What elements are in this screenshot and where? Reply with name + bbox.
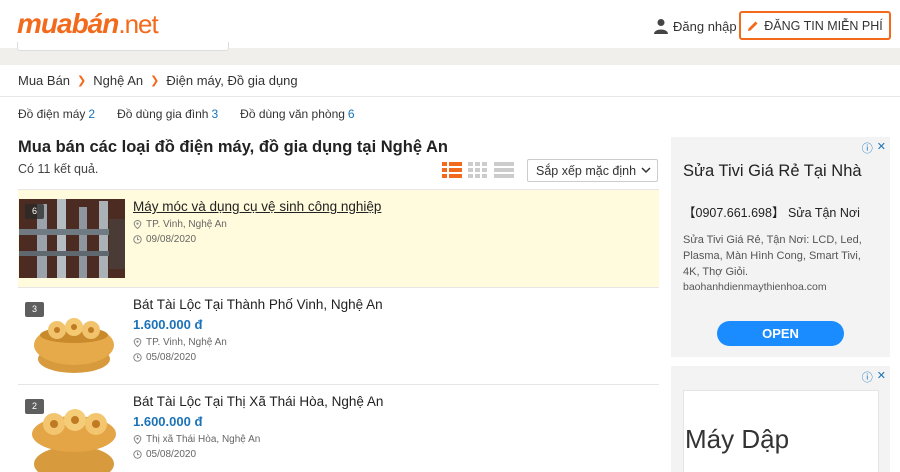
- listing-title[interactable]: Bát Tài Lộc Tại Thành Phố Vinh, Nghệ An: [133, 297, 383, 312]
- listing-title[interactable]: Máy móc và dụng cụ vệ sinh công nghiệp: [133, 199, 381, 214]
- photo-count-badge: 6: [25, 204, 44, 219]
- photo-count-badge: 2: [25, 399, 44, 414]
- view-mode-toggles: [441, 160, 519, 180]
- listing-title[interactable]: Bát Tài Lộc Tại Thị Xã Thái Hòa, Nghệ An: [133, 394, 383, 409]
- location-text: Thị xã Thái Hòa, Nghệ An: [146, 434, 261, 445]
- ad-title[interactable]: Sửa Tivi Giá Rẻ Tại Nhà: [683, 162, 862, 181]
- date-text: 05/08/2020: [146, 352, 197, 363]
- category-link-office[interactable]: Đồ dùng văn phòng 6: [240, 107, 354, 121]
- sort-selected-value: Sắp xếp mặc định: [536, 163, 637, 178]
- ad-controls: ⓘ ✕: [858, 369, 886, 385]
- ad-controls: ⓘ ✕: [858, 140, 886, 156]
- sidebar-ad[interactable]: ⓘ ✕ Sửa Tivi Giá Rẻ Tại Nhà 【0907.661.69…: [671, 137, 890, 357]
- listing-date: 05/08/2020: [133, 352, 383, 363]
- listing-date: 09/08/2020: [133, 234, 381, 245]
- location-pin-icon: [133, 435, 142, 444]
- ad-info-icon[interactable]: ⓘ: [862, 140, 873, 156]
- sort-select[interactable]: Sắp xếp mặc định: [527, 159, 658, 182]
- chevron-down-icon: [641, 167, 651, 174]
- listing-item[interactable]: 3 Bát Tài Lộc Tại Thành Phố Vinh, Nghệ A…: [18, 287, 659, 384]
- listing-item[interactable]: 2 Bát Tài Lộc Tại Thị Xã Thái Hòa, Nghệ …: [18, 384, 659, 472]
- listing-price: 1.600.000 đ: [133, 317, 203, 332]
- ad-close-icon[interactable]: ✕: [877, 140, 886, 156]
- ad-description: Sửa Tivi Giá Rẻ, Tận Nơi: LCD, Led, Plas…: [683, 234, 862, 278]
- listing-location: TP. Vinh, Nghệ An: [133, 337, 383, 348]
- post-free-ad-button[interactable]: ĐĂNG TIN MIỄN PHÍ: [739, 11, 891, 40]
- search-input[interactable]: [17, 42, 229, 51]
- listing-thumbnail[interactable]: 6: [19, 199, 125, 278]
- clock-icon: [133, 235, 142, 244]
- breadcrumb: Mua Bán ❯ Nghệ An ❯ Điện máy, Đồ gia dụn…: [18, 73, 298, 88]
- listing-info: Máy móc và dụng cụ vệ sinh công nghiệp T…: [133, 199, 381, 245]
- photo-count-badge: 3: [25, 302, 44, 317]
- location-text: TP. Vinh, Nghệ An: [146, 337, 227, 348]
- location-pin-icon: [133, 220, 142, 229]
- listing-item[interactable]: 6 Máy móc và dụng cụ vệ sinh công nghiệp…: [18, 189, 659, 287]
- clock-icon: [133, 353, 142, 362]
- listing-thumbnail[interactable]: 2: [19, 394, 125, 472]
- category-label: Đồ điện máy: [18, 107, 86, 121]
- category-label: Đồ dùng văn phòng: [240, 107, 345, 121]
- result-count: Có 11 kết quả.: [18, 162, 99, 176]
- login-link[interactable]: Đăng nhập: [654, 16, 737, 36]
- page-title: Mua bán các loại đồ điện máy, đồ gia dụn…: [18, 138, 448, 156]
- category-links: Đồ điện máy 2 Đồ dùng gia đình 3 Đồ dùng v…: [18, 107, 377, 121]
- category-link-electronics[interactable]: Đồ điện máy 2: [18, 107, 95, 121]
- listing-info: Bát Tài Lộc Tại Thành Phố Vinh, Nghệ An …: [133, 297, 383, 363]
- category-link-household[interactable]: Đồ dùng gia đình 3: [117, 107, 218, 121]
- breadcrumb-item-province[interactable]: Nghệ An: [93, 73, 143, 88]
- category-label: Đồ dùng gia đình: [117, 107, 209, 121]
- compact-view-icon[interactable]: [493, 160, 515, 180]
- ad-phone: 【0907.661.698】 Sửa Tận Nơi: [683, 206, 860, 220]
- location-text: TP. Vinh, Nghệ An: [146, 219, 227, 230]
- login-label: Đăng nhập: [673, 18, 737, 34]
- site-logo[interactable]: muabán.net: [17, 7, 159, 41]
- listing-price: 1.600.000 đ: [133, 414, 203, 429]
- logo-tld: .net: [118, 9, 158, 39]
- category-count: 6: [347, 107, 355, 121]
- category-count: 3: [211, 107, 219, 121]
- ad-headline: Máy Dập: [685, 424, 790, 454]
- listing-list: 6 Máy móc và dụng cụ vệ sinh công nghiệp…: [18, 189, 659, 472]
- date-text: 05/08/2020: [146, 449, 197, 460]
- ad-close-icon[interactable]: ✕: [877, 369, 886, 385]
- breadcrumb-item-home[interactable]: Mua Bán: [18, 73, 70, 88]
- listing-date: 05/08/2020: [133, 449, 383, 460]
- list-view-icon[interactable]: [441, 160, 463, 180]
- chevron-right-icon: ❯: [150, 75, 160, 87]
- category-count: 2: [88, 107, 96, 121]
- date-text: 09/08/2020: [146, 234, 197, 245]
- ad-url[interactable]: baohanhdienmaythienhoa.com: [683, 281, 827, 293]
- divider: [0, 96, 900, 97]
- sidebar-ad-2[interactable]: ⓘ ✕ Máy Dập: [671, 366, 890, 472]
- user-icon: [654, 19, 668, 34]
- listing-location: TP. Vinh, Nghệ An: [133, 219, 381, 230]
- location-pin-icon: [133, 338, 142, 347]
- grid-view-icon[interactable]: [467, 160, 489, 180]
- clock-icon: [133, 450, 142, 459]
- site-header: muabán.net Đăng nhập ĐĂNG TIN MIỄN PHÍ: [0, 0, 900, 48]
- listing-thumbnail[interactable]: 3: [19, 297, 125, 376]
- logo-brand: muabán: [17, 8, 119, 39]
- listing-location: Thị xã Thái Hòa, Nghệ An: [133, 434, 383, 445]
- ad-open-button[interactable]: OPEN: [717, 321, 844, 346]
- post-button-label: ĐĂNG TIN MIỄN PHÍ: [764, 18, 883, 33]
- ad-info-icon[interactable]: ⓘ: [862, 369, 873, 385]
- chevron-right-icon: ❯: [77, 75, 87, 87]
- listing-info: Bát Tài Lộc Tại Thị Xã Thái Hòa, Nghệ An…: [133, 394, 383, 460]
- breadcrumb-item-category[interactable]: Điện máy, Đồ gia dụng: [166, 73, 297, 88]
- pencil-icon: [748, 21, 758, 31]
